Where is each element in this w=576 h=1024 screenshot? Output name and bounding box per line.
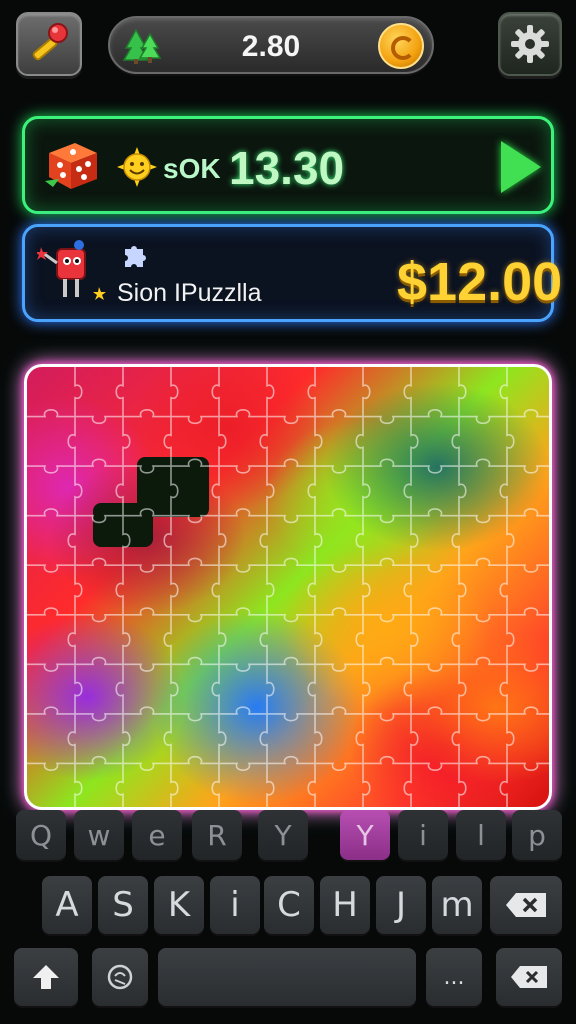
key-p[interactable]: p (512, 810, 562, 860)
currency-bar: 2.80 (108, 16, 434, 74)
key-i[interactable]: i (210, 876, 260, 934)
key-y[interactable]: Y (258, 810, 308, 860)
smiley-sun-icon (117, 147, 157, 187)
keyboard-row-2: A S K i C H J m (0, 876, 576, 936)
backspace-icon (506, 893, 546, 917)
key-m[interactable]: m (432, 876, 482, 934)
coin-icon (378, 23, 424, 69)
pushpin-icon (32, 23, 68, 61)
keyboard-row-3: ... (0, 948, 576, 1008)
key-r[interactable]: R (192, 810, 242, 860)
shop-banner[interactable]: Sion IPuzzlla $12.00 (22, 224, 562, 322)
settings-button[interactable] (498, 12, 562, 76)
dots-key[interactable]: ... (426, 948, 482, 1006)
key-c[interactable]: C (264, 876, 314, 934)
delete-key[interactable] (496, 948, 562, 1006)
keyboard-row-1: Q w e R Y Y i l p (0, 810, 576, 870)
shift-arrow-icon (33, 965, 59, 989)
emoji-key[interactable] (92, 948, 148, 1006)
backspace-key[interactable] (490, 876, 562, 934)
shop-price: $12.00 (397, 252, 563, 312)
key-s[interactable]: S (98, 876, 148, 934)
level-banner[interactable]: ѕOK 13.30 (22, 116, 554, 214)
key-l[interactable]: l (456, 810, 506, 860)
puzzle-piece-outlines (27, 367, 549, 807)
space-key[interactable] (158, 948, 416, 1006)
key-e[interactable]: e (132, 810, 182, 860)
shift-key[interactable] (14, 948, 78, 1006)
key-y-highlighted[interactable]: Y (340, 810, 390, 860)
shop-title: Sion IPuzzlla (117, 279, 262, 307)
play-icon[interactable] (501, 141, 541, 193)
key-a[interactable]: A (42, 876, 92, 934)
key-q[interactable]: Q (16, 810, 66, 860)
key-i[interactable]: i (398, 810, 448, 860)
key-w[interactable]: w (74, 810, 124, 860)
puzzle-grid (27, 367, 549, 807)
level-value: 13.30 (229, 142, 345, 194)
level-prefix: ѕOK (163, 153, 221, 184)
key-j[interactable]: J (376, 876, 426, 934)
dice-icon (45, 143, 97, 189)
puzzle-board[interactable] (24, 364, 552, 810)
key-k[interactable]: K (154, 876, 204, 934)
emoji-icon (107, 964, 133, 990)
robot-mascot-icon (37, 240, 106, 300)
backspace-icon (511, 966, 547, 988)
puzzle-piece-icon (125, 246, 146, 267)
gear-icon (511, 25, 549, 63)
pin-menu-button[interactable] (16, 12, 82, 76)
key-h[interactable]: H (320, 876, 370, 934)
